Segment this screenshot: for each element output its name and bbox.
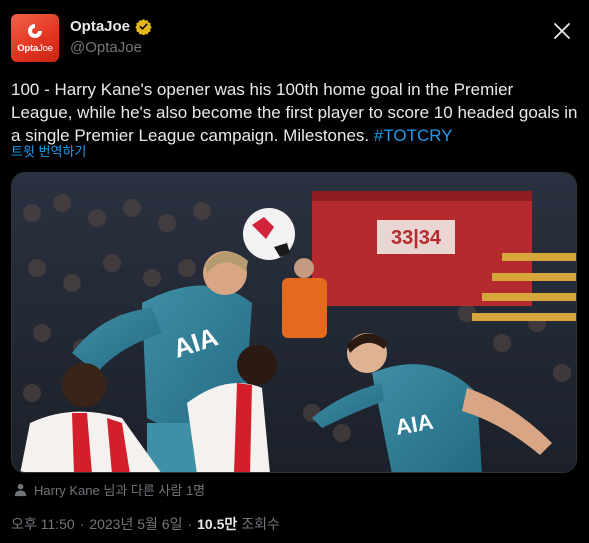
avatar-wordmark: OptaJoe [17, 43, 53, 54]
opta-logo-icon [28, 24, 42, 38]
tweet-time[interactable]: 오후 11:50 [11, 514, 75, 534]
football-photo-illustration: 33|34 AIA AIA [12, 173, 576, 472]
close-button[interactable] [545, 14, 579, 48]
avatar[interactable]: OptaJoe [11, 14, 59, 62]
hashtag-link[interactable]: #TOTCRY [374, 126, 453, 145]
stand-sign-text: 33|34 [391, 227, 442, 249]
tagged-text[interactable]: Harry Kane 님과 다른 사람 1명 [34, 480, 205, 499]
tweet-body: 100 - Harry Kane's opener was his 100th … [11, 80, 578, 145]
display-name[interactable]: OptaJoe [70, 16, 152, 36]
tweet-date[interactable]: 2023년 5월 6일 [89, 514, 182, 534]
separator: · [187, 516, 193, 532]
user-names: OptaJoe @OptaJoe [70, 16, 152, 56]
football [243, 208, 295, 260]
steward [282, 278, 327, 338]
tweet-metadata: 오후 11:50 · 2023년 5월 6일 · 10.5만 조회수 [11, 514, 280, 534]
verified-badge-icon [135, 18, 152, 35]
tagged-people[interactable]: Harry Kane 님과 다른 사람 1명 [13, 480, 205, 499]
translate-link[interactable]: 트윗 번역하기 [11, 141, 86, 160]
person-icon [14, 483, 27, 497]
tweet-header: OptaJoe OptaJoe @OptaJoe [11, 14, 579, 64]
tweet-text: 100 - Harry Kane's opener was his 100th … [11, 78, 579, 147]
views-count[interactable]: 10.5만 [197, 514, 237, 534]
separator: · [79, 516, 85, 532]
close-icon [554, 23, 570, 39]
tweet-photo[interactable]: 33|34 AIA AIA [11, 172, 577, 473]
display-name-text[interactable]: OptaJoe [70, 18, 130, 35]
user-handle[interactable]: @OptaJoe [70, 39, 152, 56]
views-label: 조회수 [241, 516, 280, 532]
